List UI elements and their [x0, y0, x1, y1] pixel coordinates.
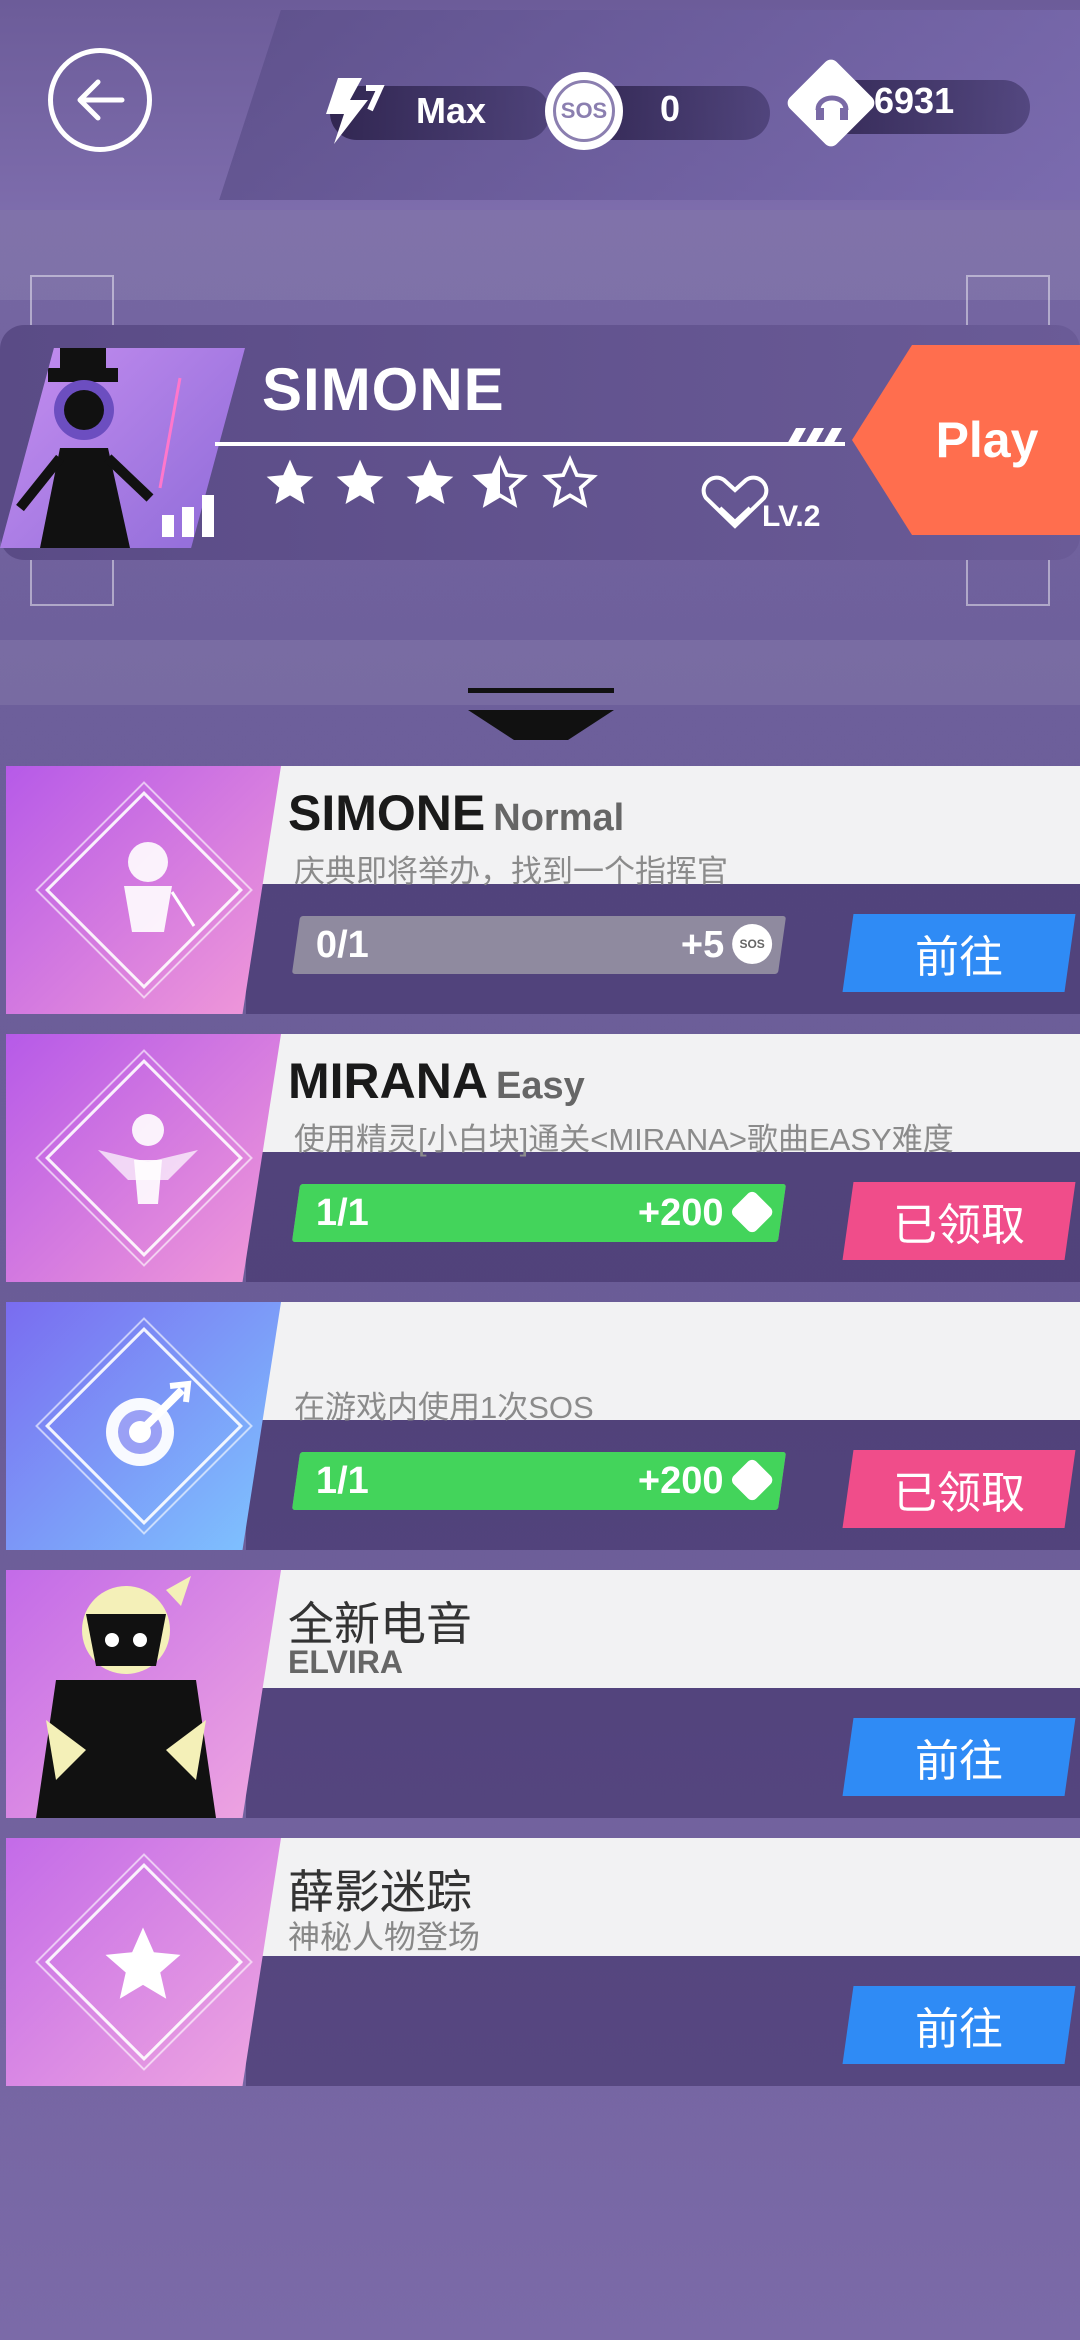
mission-title: MIRANA Easy [288, 1052, 585, 1110]
mission-icon [6, 1034, 281, 1282]
mission-card: 全新电音 ELVIRA 前往 [6, 1570, 1080, 1818]
star-rating [262, 455, 598, 511]
back-button[interactable] [48, 48, 152, 152]
affection-heart-icon [701, 475, 769, 529]
divider [215, 442, 845, 446]
arrow-left-icon [77, 79, 125, 121]
mission-icon [6, 1570, 281, 1818]
sos-count: 0 [660, 88, 681, 129]
mission-card: 在游戏内使用1次SOS 1/1 +200 已领取 [6, 1302, 1080, 1550]
mission-title-text: MIRANA [288, 1053, 488, 1109]
mission-difficulty: Normal [493, 797, 625, 839]
go-button[interactable]: 前往 [842, 1986, 1076, 2064]
star-full-icon [336, 459, 384, 504]
conductor-silhouette-icon [124, 842, 196, 932]
character-name: SIMONE [262, 356, 505, 423]
progress-count: 1/1 [315, 1460, 369, 1502]
stamina-label: Max [416, 90, 487, 131]
star-full-icon [406, 459, 454, 504]
headphones-icon [815, 95, 849, 120]
claimed-button-label: 已领取 [893, 1469, 1025, 1518]
go-button-label: 前往 [915, 2005, 1003, 2054]
mission-icon [6, 1838, 281, 2086]
fairy-silhouette-icon [98, 1114, 198, 1204]
go-button-label: 前往 [915, 1737, 1003, 1786]
go-button[interactable]: 前往 [842, 914, 1076, 992]
play-button-label: Play [935, 412, 1039, 468]
signal-bars-icon [162, 495, 214, 537]
mission-difficulty: Easy [495, 1065, 585, 1107]
go-button[interactable]: 前往 [842, 1718, 1076, 1796]
elvira-character-icon [36, 1576, 216, 1818]
character-level: LV.2 [762, 500, 821, 533]
chevron-down-icon[interactable] [468, 688, 614, 748]
mission-icon [6, 1302, 281, 1550]
stripe-decoration [786, 428, 842, 446]
star-full-icon [266, 459, 314, 504]
claimed-button[interactable]: 已领取 [842, 1450, 1076, 1528]
currency-count: 6931 [874, 80, 955, 121]
mission-icon [6, 766, 281, 1014]
mission-progress-bar: 1/1 +200 [291, 1452, 787, 1510]
star-half-icon [472, 455, 528, 508]
mission-card: 薛影迷踪 神秘人物登场 前往 [6, 1838, 1080, 2086]
mission-description: 使用精灵[小白块]通关<MIRANA>歌曲EASY难度 [294, 1122, 954, 1157]
mission-card: MIRANA Easy 使用精灵[小白块]通关<MIRANA>歌曲EASY难度 1… [6, 1034, 1080, 1282]
mission-progress-bar: 1/1 +200 [291, 1184, 787, 1242]
reward-amount: +200 [638, 1460, 724, 1502]
sos-icon: SOS [545, 72, 623, 150]
mission-subtitle: ELVIRA [288, 1644, 403, 1680]
mission-title: SIMONE Normal [288, 784, 624, 842]
progress-count: 0/1 [315, 924, 369, 966]
mission-card: SIMONE Normal 庆典即将举办，找到一个指挥官 0/1 +5 SOS 前… [6, 766, 1080, 1014]
reward-amount: +200 [638, 1192, 724, 1234]
progress-count: 1/1 [315, 1192, 369, 1234]
top-bar: Max SOS 0 6931 [0, 0, 1080, 210]
mission-description: 庆典即将举办，找到一个指挥官 [294, 854, 728, 889]
background-stripe [0, 210, 1080, 300]
sos-icon: SOS [732, 924, 773, 964]
mission-progress-bar: 0/1 +5 SOS [291, 916, 787, 974]
star-empty-icon [542, 455, 598, 508]
mission-title-text: SIMONE [288, 785, 486, 841]
sos-icon-text: SOS [553, 80, 615, 142]
lightning-icon [326, 78, 385, 144]
claimed-button-label: 已领取 [893, 1201, 1025, 1250]
go-button-label: 前往 [915, 933, 1003, 982]
mission-subtitle: 神秘人物登场 [288, 1919, 481, 1955]
star-icon [105, 1927, 181, 1999]
reward-amount: +5 [680, 924, 724, 966]
target-icon [106, 1380, 192, 1466]
claimed-button[interactable]: 已领取 [842, 1182, 1076, 1260]
mission-description: 在游戏内使用1次SOS [294, 1390, 594, 1425]
